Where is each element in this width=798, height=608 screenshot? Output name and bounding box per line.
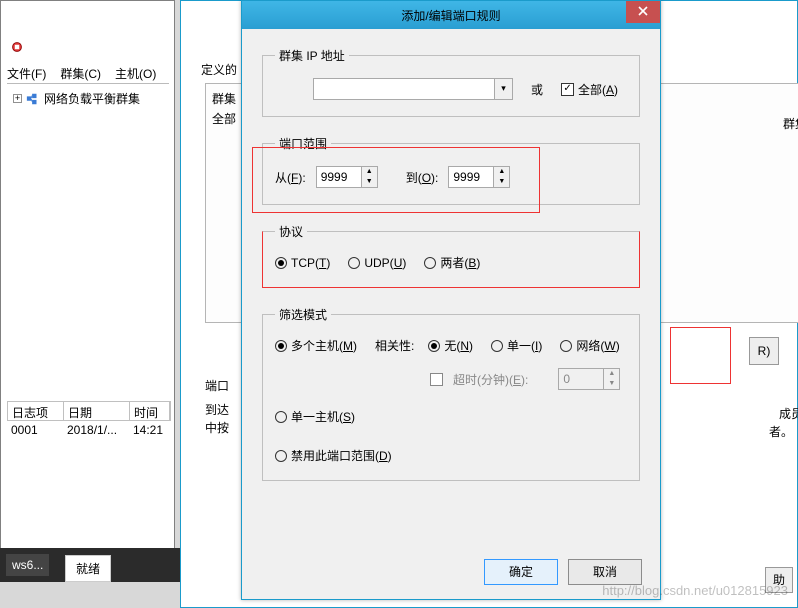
radio-multi-host[interactable]: 多个主机(M) xyxy=(275,337,357,354)
radio-tcp[interactable]: TCP(T) xyxy=(275,256,330,270)
log-col-date[interactable]: 日期 xyxy=(64,402,130,420)
parent-col-zhe: 者。 xyxy=(769,423,793,440)
radio-icon xyxy=(348,257,360,269)
tree-expand-icon[interactable]: + xyxy=(13,94,22,103)
nlb-cluster-icon xyxy=(26,92,40,106)
dialog-button-row: 确定 取消 xyxy=(484,559,642,585)
radio-icon xyxy=(275,257,287,269)
log-header: 日志项目 日期 时间 xyxy=(7,401,171,421)
timeout-spinner: ▲▼ xyxy=(558,368,620,390)
legend-cluster-ip: 群集 IP 地址 xyxy=(275,47,349,64)
port-rule-dialog: 新群焦 逆口规则 添加/编辑端口规则 群集 IP 地址 ▾ 或 xyxy=(241,0,661,600)
radio-both[interactable]: 两者(B) xyxy=(424,254,480,271)
spin-up-icon[interactable]: ▲ xyxy=(362,167,377,177)
tree-root-node[interactable]: + 网络负载平衡群集 xyxy=(13,90,163,107)
log-col-item[interactable]: 日志项目 xyxy=(8,402,64,420)
radio-affinity-none[interactable]: 无(N) xyxy=(428,337,473,354)
to-port-spinner[interactable]: ▲▼ xyxy=(448,166,510,188)
dialog-titlebar[interactable]: 添加/编辑端口规则 xyxy=(242,1,660,29)
legend-port-range: 端口范围 xyxy=(275,135,331,152)
radio-icon xyxy=(275,450,287,462)
dialog-title: 添加/编辑端口规则 xyxy=(401,7,500,24)
radio-icon xyxy=(428,340,440,352)
all-checkbox[interactable]: ✓ xyxy=(561,83,574,96)
affinity-label: 相关性: xyxy=(375,337,414,354)
menu-file[interactable]: 文件(F) xyxy=(7,65,46,82)
group-port-range: 端口范围 从(F): ▲▼ 到(O): ▲▼ xyxy=(262,135,640,205)
tree-view[interactable]: + 网络负载平衡群集 xyxy=(7,83,169,393)
parent-port-label: 端口 xyxy=(205,377,229,394)
from-port-input[interactable] xyxy=(317,167,361,187)
radio-icon xyxy=(491,340,503,352)
to-label: 到(O): xyxy=(406,169,439,186)
group-cluster-ip: 群集 IP 地址 ▾ 或 ✓ 全部(A) xyxy=(262,47,640,117)
timeout-row: 超时(分钟)(E): ▲▼ xyxy=(275,368,627,390)
radio-icon xyxy=(560,340,572,352)
cluster-ip-dropdown[interactable]: ▾ xyxy=(313,78,513,100)
group-protocol: 协议 TCP(T) UDP(U) 两者(B) xyxy=(262,223,640,288)
to-port-input[interactable] xyxy=(449,167,493,187)
menubar: 文件(F) 群集(C) 主机(O) xyxy=(7,65,156,82)
parent-r-button[interactable]: R) xyxy=(749,337,779,365)
timeout-label: 超时(分钟)(E): xyxy=(453,371,528,388)
spin-up-icon[interactable]: ▲ xyxy=(494,167,509,177)
from-label: 从(F): xyxy=(275,169,306,186)
or-label: 或 xyxy=(531,81,543,98)
ok-button[interactable]: 确定 xyxy=(484,559,558,585)
cancel-button[interactable]: 取消 xyxy=(568,559,642,585)
status-bar: 就绪 xyxy=(65,555,111,582)
log-cell-item: 0001 xyxy=(7,421,63,441)
radio-single-host[interactable]: 单一主机(S) xyxy=(275,408,609,425)
log-col-time[interactable]: 时间 xyxy=(130,402,170,420)
main-window: 文件(F) 群集(C) 主机(O) + 网络负载平衡群集 日志项目 日期 时间 … xyxy=(0,0,175,560)
timeout-checkbox xyxy=(430,373,443,386)
parent-row-all: 全部 xyxy=(212,110,236,127)
log-row[interactable]: 0001 2018/1/... 14:21 xyxy=(7,421,171,441)
spin-down-icon: ▼ xyxy=(604,379,619,389)
radio-affinity-single[interactable]: 单一(I) xyxy=(491,337,542,354)
log-cell-time: 14:21 xyxy=(129,421,169,441)
radio-icon xyxy=(275,340,287,352)
parent-col-cluster2: 群集 xyxy=(779,111,798,136)
parent-col-member: 成员 xyxy=(779,405,798,422)
timeout-input xyxy=(559,369,603,389)
menu-cluster[interactable]: 群集(C) xyxy=(60,65,101,82)
legend-filter-mode: 筛选模式 xyxy=(275,306,331,323)
dialog-body: 群集 IP 地址 ▾ 或 ✓ 全部(A) 端口范围 xyxy=(242,29,660,517)
spin-down-icon[interactable]: ▼ xyxy=(494,177,509,187)
spin-down-icon[interactable]: ▼ xyxy=(362,177,377,187)
close-icon xyxy=(638,6,648,16)
parent-col-cluster: 群集 xyxy=(212,90,236,107)
chevron-down-icon[interactable]: ▾ xyxy=(494,79,512,99)
radio-disable-range[interactable]: 禁用此端口范围(D) xyxy=(275,447,609,464)
parent-desc-text: 到达 中按 xyxy=(205,401,229,437)
all-checkbox-label: 全部(A) xyxy=(578,81,618,98)
tree-root-label: 网络负载平衡群集 xyxy=(44,90,140,107)
radio-icon xyxy=(424,257,436,269)
desktop-background: ✕ 文件(F) 群集(C) 主机(O) + 网络负载平衡群集 日志项目 日期 时… xyxy=(0,0,798,608)
parent-define-label: 定义的 xyxy=(201,61,237,78)
log-cell-date: 2018/1/... xyxy=(63,421,129,441)
nlb-app-icon xyxy=(11,41,23,53)
close-button[interactable] xyxy=(626,1,660,23)
watermark: http://blog.csdn.net/u012815923 xyxy=(602,583,788,598)
group-filter-mode: 筛选模式 多个主机(M) 相关性: 无(N) 单一(I) xyxy=(262,306,640,481)
taskbar-app[interactable]: ws6... xyxy=(6,554,49,576)
menu-host[interactable]: 主机(O) xyxy=(115,65,156,82)
radio-icon xyxy=(275,411,287,423)
radio-udp[interactable]: UDP(U) xyxy=(348,256,406,270)
radio-affinity-network[interactable]: 网络(W) xyxy=(560,337,619,354)
legend-protocol: 协议 xyxy=(275,223,307,240)
from-port-spinner[interactable]: ▲▼ xyxy=(316,166,378,188)
spin-up-icon: ▲ xyxy=(604,369,619,379)
